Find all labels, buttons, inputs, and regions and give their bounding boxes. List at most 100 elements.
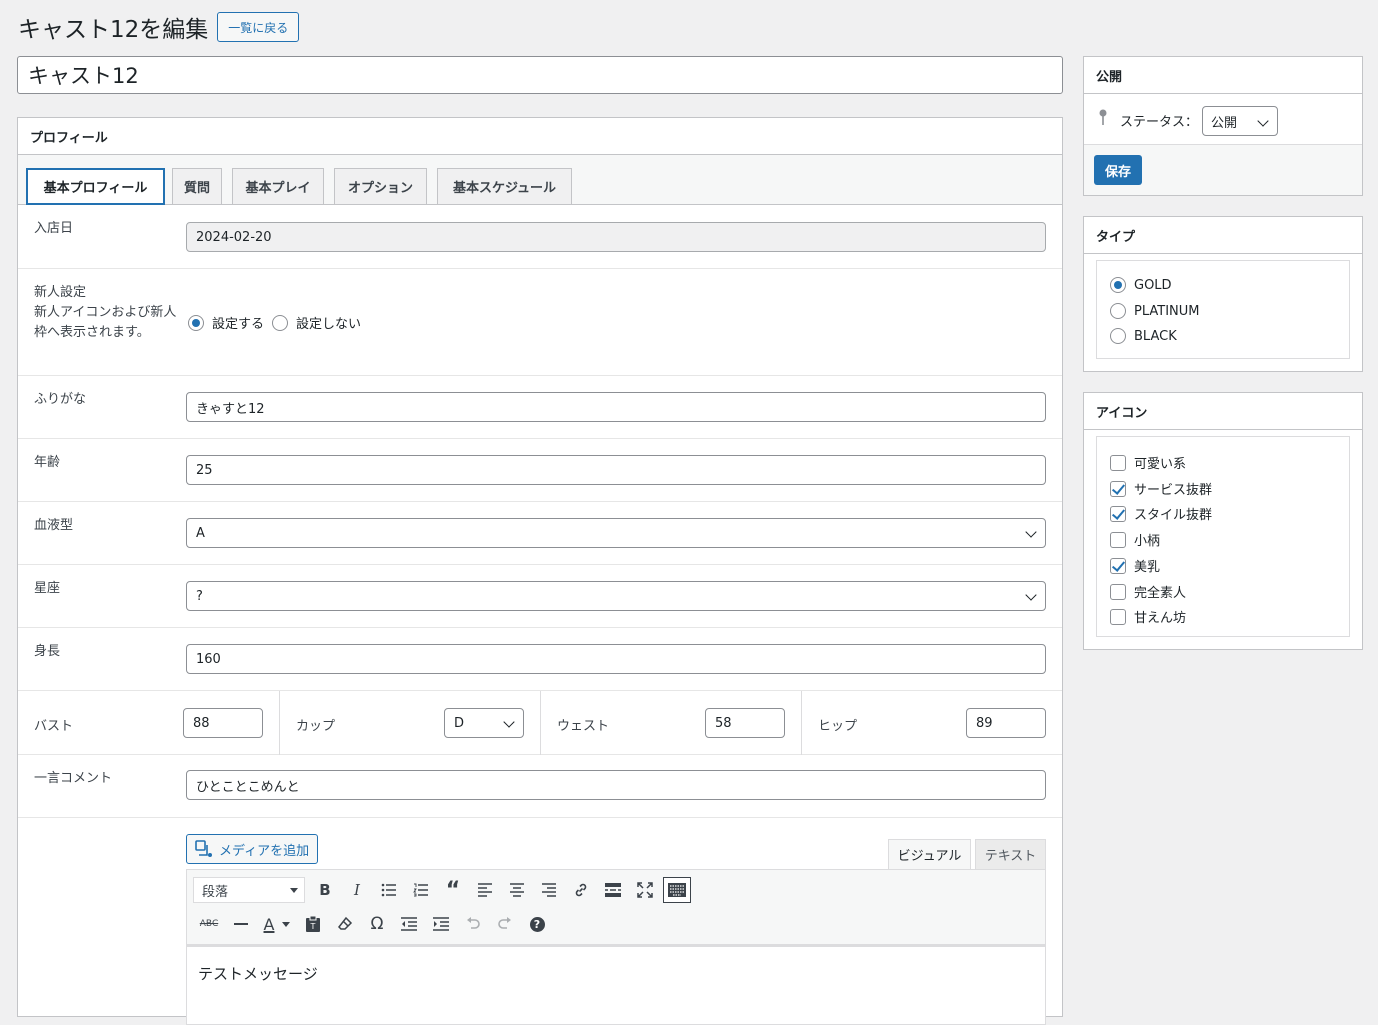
fullscreen-icon[interactable] (629, 876, 661, 904)
publish-postbox: 公開 ステータス： 公開 保存 (1083, 56, 1363, 196)
indent-icon[interactable] (425, 910, 457, 938)
icon-checkbox[interactable] (1110, 531, 1126, 548)
bust-cell: バスト 88 (18, 691, 280, 755)
age-label: 年齢 (34, 455, 61, 470)
icon-checkbox[interactable] (1110, 608, 1126, 625)
media-icon (195, 840, 212, 857)
toolbar-toggle-icon[interactable] (663, 877, 691, 903)
blockquote-icon[interactable]: “ (437, 876, 469, 904)
icon-option[interactable]: 美乳 (1110, 556, 1160, 575)
furigana-row: ふりがな きゃすと12 (18, 376, 1062, 439)
bullet-list-icon[interactable] (373, 876, 405, 904)
type-gold-label: GOLD (1134, 277, 1172, 293)
blood-select[interactable]: A (186, 518, 1046, 548)
cup-select[interactable]: D (444, 708, 524, 738)
join-date-field[interactable]: 2024-02-20 (186, 222, 1046, 252)
editor-tab-text[interactable]: テキスト (975, 839, 1046, 869)
icon-checkbox[interactable] (1110, 505, 1126, 522)
cup-label: カップ (296, 719, 336, 734)
profile-postbox: プロフィール 基本プロフィール 質問 基本プレイ オプション 基本スケジュール … (17, 117, 1063, 1025)
align-right-icon[interactable] (533, 876, 565, 904)
zodiac-value: ? (196, 588, 203, 604)
post-title-input[interactable]: キャスト12 (17, 56, 1063, 94)
waist-label: ウェスト (557, 719, 610, 734)
icon-option[interactable]: サービス抜群 (1110, 479, 1212, 498)
type-heading: タイプ (1084, 217, 1362, 254)
furigana-field[interactable]: きゃすと12 (186, 392, 1046, 422)
undo-icon[interactable] (457, 910, 489, 938)
comment-field[interactable]: ひとことこめんと (186, 770, 1046, 800)
type-black-label: BLACK (1134, 328, 1177, 344)
measurements-row: バスト 88 カップ D ウェスト 58 ヒップ 89 (18, 691, 1062, 755)
comment-label: 一言コメント (34, 771, 113, 786)
icon-checkbox[interactable] (1110, 557, 1126, 574)
outdent-icon[interactable] (393, 910, 425, 938)
newcomer-off-label: 設定しない (296, 317, 362, 332)
icon-option-label: 完全素人 (1134, 586, 1187, 601)
numbered-list-icon[interactable] (405, 876, 437, 904)
save-button[interactable]: 保存 (1094, 155, 1143, 185)
tab-options[interactable]: オプション (334, 168, 427, 204)
status-select[interactable]: 公開 (1202, 106, 1278, 136)
type-option-platinum[interactable]: PLATINUM (1110, 303, 1200, 319)
hip-cell: ヒップ 89 (802, 691, 1062, 755)
strikethrough-icon[interactable]: ABC (193, 910, 225, 938)
tab-basic-play[interactable]: 基本プレイ (232, 168, 324, 204)
type-option-gold[interactable]: GOLD (1110, 277, 1172, 293)
chevron-down-icon (503, 716, 515, 728)
format-select[interactable]: 段落 (193, 877, 305, 903)
type-black-radio[interactable] (1110, 328, 1126, 344)
icon-checkbox[interactable] (1110, 480, 1126, 497)
icon-option[interactable]: 小柄 (1110, 530, 1160, 549)
editor-content[interactable]: テストメッセージ (186, 945, 1046, 1025)
icon-checkbox[interactable] (1110, 583, 1126, 600)
tab-basic-profile[interactable]: 基本プロフィール (26, 168, 165, 205)
align-center-icon[interactable] (501, 876, 533, 904)
join-date-label: 入店日 (34, 221, 74, 236)
back-to-list-button[interactable]: 一覧に戻る (217, 12, 300, 42)
read-more-icon[interactable] (597, 876, 629, 904)
bust-field[interactable]: 88 (183, 708, 263, 738)
icon-option-label: 可愛い系 (1134, 457, 1187, 472)
tab-basic-schedule[interactable]: 基本スケジュール (437, 168, 572, 204)
chevron-down-icon (1025, 589, 1037, 601)
icon-option[interactable]: 可愛い系 (1110, 453, 1186, 472)
waist-cell: ウェスト 58 (541, 691, 802, 755)
hip-field[interactable]: 89 (966, 708, 1046, 738)
newcomer-label-group: 新人設定 新人アイコンおよび新人 枠へ表示されます。 (34, 283, 176, 343)
add-media-button[interactable]: メディアを追加 (186, 834, 319, 864)
italic-icon[interactable]: I (341, 876, 373, 904)
waist-field[interactable]: 58 (705, 708, 785, 738)
newcomer-label: 新人設定 (34, 285, 87, 300)
icon-option[interactable]: 完全素人 (1110, 582, 1186, 601)
horizontal-rule-icon[interactable] (225, 910, 257, 938)
icon-options: 可愛い系 サービス抜群 スタイル抜群 小柄 美乳 完全素人 甘えん坊 (1096, 436, 1350, 637)
editor-tab-visual[interactable]: ビジュアル (888, 839, 971, 869)
icon-option-label: スタイル抜群 (1134, 508, 1213, 523)
age-field[interactable]: 25 (186, 455, 1046, 485)
text-color-icon[interactable]: A (257, 910, 297, 938)
newcomer-on-radio[interactable] (188, 314, 204, 331)
type-platinum-radio[interactable] (1110, 303, 1126, 319)
type-option-black[interactable]: BLACK (1110, 328, 1177, 344)
icon-option[interactable]: スタイル抜群 (1110, 504, 1212, 523)
clear-formatting-icon[interactable] (329, 910, 361, 938)
icon-checkbox[interactable] (1110, 454, 1126, 471)
tab-questions[interactable]: 質問 (172, 168, 222, 204)
chevron-down-icon (1257, 115, 1269, 127)
blood-value: A (196, 525, 205, 541)
add-media-label: メディアを追加 (219, 843, 310, 859)
link-icon[interactable] (565, 876, 597, 904)
icon-option[interactable]: 甘えん坊 (1110, 607, 1186, 626)
help-icon[interactable]: ? (521, 910, 553, 938)
newcomer-off-radio[interactable] (272, 314, 289, 331)
paste-text-icon[interactable]: T (297, 910, 329, 938)
align-left-icon[interactable] (469, 876, 501, 904)
redo-icon[interactable] (489, 910, 521, 938)
type-gold-radio[interactable] (1110, 277, 1126, 293)
bold-icon[interactable]: B (309, 876, 341, 904)
join-date-row: 入店日 2024-02-20 (18, 205, 1062, 269)
height-field[interactable]: 160 (186, 644, 1046, 674)
special-character-icon[interactable]: Ω (361, 910, 393, 938)
zodiac-select[interactable]: ? (186, 581, 1046, 611)
